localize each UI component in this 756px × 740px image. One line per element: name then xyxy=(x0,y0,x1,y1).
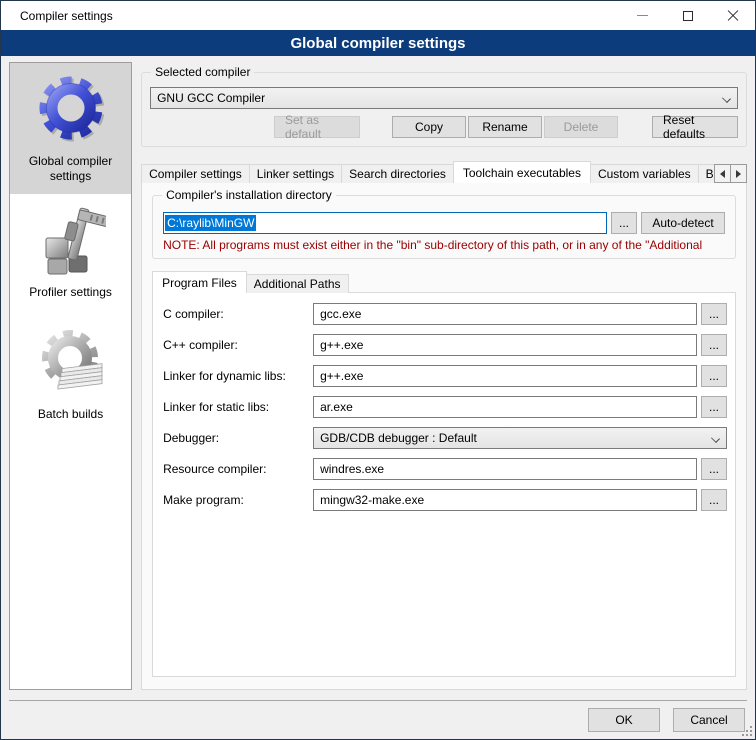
tab-toolchain-executables[interactable]: Toolchain executables xyxy=(453,161,591,183)
install-dir-input[interactable]: C:\raylib\MinGW xyxy=(163,212,607,234)
dialog-content: Global compiler settings xyxy=(1,56,755,700)
settings-notebook: Compiler settings Linker settings Search… xyxy=(141,161,747,690)
resize-grip[interactable] xyxy=(750,734,752,736)
copy-button[interactable]: Copy xyxy=(392,116,466,138)
tab-program-files[interactable]: Program Files xyxy=(152,271,247,293)
install-dir-browse-button[interactable]: ... xyxy=(611,212,637,234)
make-program-browse-button[interactable]: ... xyxy=(701,489,727,511)
tab-compiler-settings[interactable]: Compiler settings xyxy=(141,164,250,183)
c-compiler-label: C compiler: xyxy=(163,307,313,321)
auto-detect-button[interactable]: Auto-detect xyxy=(641,212,725,234)
installation-directory-group: Compiler's installation directory C:\ray… xyxy=(152,195,736,259)
linker-static-row: Linker for static libs: ... xyxy=(163,396,727,418)
window-controls xyxy=(620,1,755,30)
gray-gear-stack-icon xyxy=(34,326,108,402)
sidebar-item-profiler-settings[interactable]: Profiler settings xyxy=(10,194,131,300)
installation-directory-legend: Compiler's installation directory xyxy=(162,188,336,202)
ok-button[interactable]: OK xyxy=(588,708,660,732)
installation-directory-row: C:\raylib\MinGW ... Auto-detect xyxy=(163,212,725,234)
c-compiler-browse-button[interactable]: ... xyxy=(701,303,727,325)
settings-tabstrip: Compiler settings Linker settings Search… xyxy=(141,161,747,183)
blue-gear-icon xyxy=(33,71,109,149)
install-dir-selected-text: C:\raylib\MinGW xyxy=(165,215,256,231)
linker-dynamic-input[interactable] xyxy=(313,365,697,387)
close-icon xyxy=(727,10,739,22)
sidebar-item-label: Global compiler settings xyxy=(14,149,127,184)
resource-compiler-input[interactable] xyxy=(313,458,697,480)
resource-compiler-label: Resource compiler: xyxy=(163,462,313,476)
compiler-settings-dialog: Compiler settings Global compiler settin… xyxy=(0,0,756,740)
linker-static-browse-button[interactable]: ... xyxy=(701,396,727,418)
cpp-compiler-input[interactable] xyxy=(313,334,697,356)
make-program-row: Make program: ... xyxy=(163,489,727,511)
delete-button[interactable]: Delete xyxy=(544,116,618,138)
chevron-down-icon xyxy=(712,434,720,442)
minimize-icon xyxy=(637,15,648,16)
selected-compiler-legend: Selected compiler xyxy=(151,65,254,79)
dialog-banner: Global compiler settings xyxy=(1,30,755,56)
install-dir-note: NOTE: All programs must exist either in … xyxy=(163,238,725,252)
maximize-icon xyxy=(683,11,693,21)
sidebar-item-global-compiler-settings[interactable]: Global compiler settings xyxy=(10,63,131,194)
arrow-right-icon xyxy=(736,170,741,178)
debugger-row: Debugger: GDB/CDB debugger : Default xyxy=(163,427,727,449)
resource-compiler-browse-button[interactable]: ... xyxy=(701,458,727,480)
tab-search-directories[interactable]: Search directories xyxy=(341,164,454,183)
sidebar-item-batch-builds[interactable]: Batch builds xyxy=(10,300,131,422)
linker-dynamic-row: Linker for dynamic libs: ... xyxy=(163,365,727,387)
linker-dynamic-label: Linker for dynamic libs: xyxy=(163,369,313,383)
c-compiler-row: C compiler: ... xyxy=(163,303,727,325)
cpp-compiler-browse-button[interactable]: ... xyxy=(701,334,727,356)
make-program-input[interactable] xyxy=(313,489,697,511)
cpp-compiler-row: C++ compiler: ... xyxy=(163,334,727,356)
titlebar: Compiler settings xyxy=(1,1,755,30)
close-button[interactable] xyxy=(710,1,755,30)
arrow-left-icon xyxy=(720,170,725,178)
resource-compiler-row: Resource compiler: ... xyxy=(163,458,727,480)
compiler-select-value: GNU GCC Compiler xyxy=(157,91,265,105)
compiler-select[interactable]: GNU GCC Compiler xyxy=(150,87,738,109)
set-as-default-button[interactable]: Set as default xyxy=(274,116,360,138)
settings-sidebar: Global compiler settings xyxy=(9,62,132,690)
toolchain-executables-page: Compiler's installation directory C:\ray… xyxy=(141,182,747,690)
minimize-button[interactable] xyxy=(620,1,665,30)
debugger-select-value: GDB/CDB debugger : Default xyxy=(320,431,477,445)
main-panel: Selected compiler GNU GCC Compiler Set a… xyxy=(141,62,747,690)
programs-tabstrip: Program Files Additional Paths xyxy=(152,271,736,293)
cpp-compiler-label: C++ compiler: xyxy=(163,338,313,352)
c-compiler-input[interactable] xyxy=(313,303,697,325)
reset-defaults-button[interactable]: Reset defaults xyxy=(652,116,738,138)
chevron-down-icon xyxy=(723,94,731,102)
tab-additional-paths[interactable]: Additional Paths xyxy=(246,274,349,293)
maximize-button[interactable] xyxy=(665,1,710,30)
debugger-select[interactable]: GDB/CDB debugger : Default xyxy=(313,427,727,449)
rename-button[interactable]: Rename xyxy=(468,116,542,138)
debugger-label: Debugger: xyxy=(163,431,313,445)
tab-scroll-arrows xyxy=(715,164,747,183)
tab-scroll-left-button[interactable] xyxy=(714,164,731,183)
banner-title: Global compiler settings xyxy=(290,35,465,52)
compiler-buttons-row: Set as default Copy Rename Delete Reset … xyxy=(150,116,738,138)
sidebar-item-label: Profiler settings xyxy=(29,280,112,300)
tab-linker-settings[interactable]: Linker settings xyxy=(249,164,342,183)
linker-static-label: Linker for static libs: xyxy=(163,400,313,414)
tab-scroll-right-button[interactable] xyxy=(730,164,747,183)
program-files-page: C compiler: ... C++ compiler: ... Linker xyxy=(152,292,736,677)
programs-notebook: Program Files Additional Paths C compile… xyxy=(152,271,736,677)
caliper-icon xyxy=(36,204,106,280)
make-program-label: Make program: xyxy=(163,493,313,507)
linker-dynamic-browse-button[interactable]: ... xyxy=(701,365,727,387)
linker-static-input[interactable] xyxy=(313,396,697,418)
cancel-button[interactable]: Cancel xyxy=(673,708,745,732)
footer: OK Cancel xyxy=(1,701,755,739)
selected-compiler-group: Selected compiler GNU GCC Compiler Set a… xyxy=(141,72,747,147)
window-title: Compiler settings xyxy=(1,9,113,23)
sidebar-item-label: Batch builds xyxy=(38,402,103,422)
tab-custom-variables[interactable]: Custom variables xyxy=(590,164,699,183)
